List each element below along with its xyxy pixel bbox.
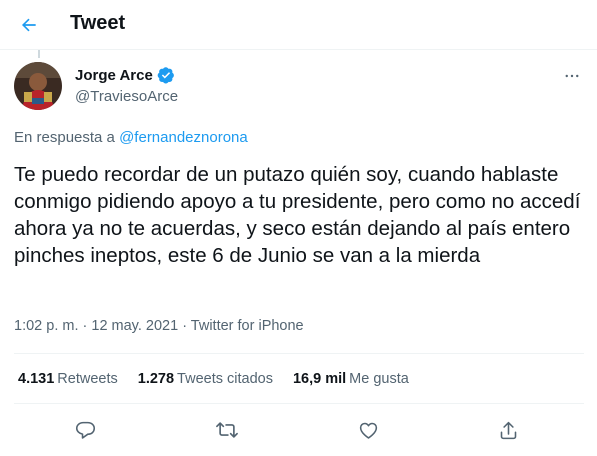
more-horizontal-icon xyxy=(565,74,579,78)
likes-count: 16,9 mil xyxy=(292,371,347,387)
author-handle[interactable]: @TraviesoArce xyxy=(75,88,178,105)
quote-tweets-label: Tweets citados xyxy=(177,371,273,387)
like-button[interactable] xyxy=(353,415,383,445)
more-button[interactable] xyxy=(558,62,586,90)
share-icon xyxy=(500,421,516,439)
tweet-source[interactable]: Twitter for iPhone xyxy=(191,318,304,334)
meta-separator: · xyxy=(78,318,92,334)
display-name[interactable]: Jorge Arce xyxy=(75,67,153,84)
share-button[interactable] xyxy=(493,415,523,445)
likes-stat[interactable]: 16,9 mil Me gusta xyxy=(293,371,409,387)
back-button[interactable] xyxy=(13,9,45,41)
engagement-stats: 4.131 Retweets 1.278 Tweets citados 16,9 m… xyxy=(18,371,429,387)
divider xyxy=(14,403,584,404)
tweet-meta: 1:02 p. m. · 12 may. 2021 · Twitter for … xyxy=(14,318,304,334)
reply-context: En respuesta a @fernandeznorona xyxy=(14,129,248,146)
heart-icon xyxy=(359,422,377,439)
page-title: Tweet xyxy=(70,12,126,34)
avatar[interactable] xyxy=(14,62,62,110)
quote-tweets-count: 1.278 xyxy=(137,371,175,387)
verified-badge-icon xyxy=(157,67,174,84)
header-bar: Tweet xyxy=(0,0,597,50)
retweets-label: Retweets xyxy=(57,371,118,387)
tweet-date[interactable]: 12 may. 2021 xyxy=(91,318,178,334)
quote-tweets-stat[interactable]: 1.278 Tweets citados xyxy=(138,371,273,387)
action-bar xyxy=(0,412,597,446)
retweets-count: 4.131 xyxy=(18,371,55,387)
divider xyxy=(14,353,584,354)
meta-separator: · xyxy=(178,318,191,334)
reply-button[interactable] xyxy=(70,415,100,445)
retweets-stat[interactable]: 4.131 Retweets xyxy=(18,371,118,387)
likes-label: Me gusta xyxy=(349,371,409,387)
tweet-text: Te puedo recordar de un putazo quién soy… xyxy=(14,163,581,267)
reply-target-link[interactable]: @fernandeznorona xyxy=(119,129,248,146)
retweet-button[interactable] xyxy=(212,415,242,445)
reply-prefix: En respuesta a xyxy=(14,129,120,146)
avatar-image xyxy=(14,62,62,110)
tweet-time[interactable]: 1:02 p. m. xyxy=(14,318,78,334)
thread-connector xyxy=(38,50,40,58)
retweet-icon xyxy=(216,422,238,438)
arrow-left-icon xyxy=(21,18,36,32)
author-name-row: Jorge Arce xyxy=(75,66,175,84)
reply-icon xyxy=(75,421,95,439)
